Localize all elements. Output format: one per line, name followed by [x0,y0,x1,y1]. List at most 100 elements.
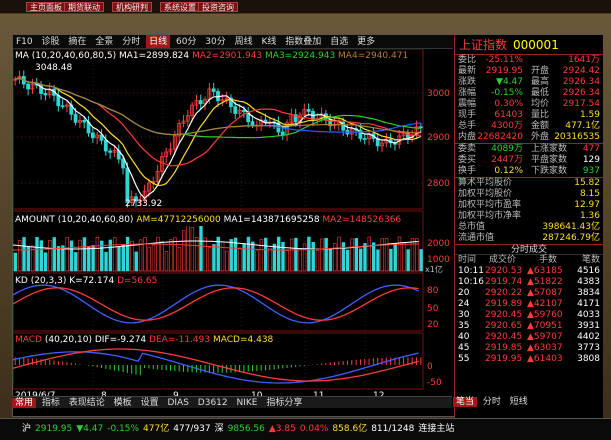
volume-bar [56,246,61,272]
volume-bar [22,237,26,272]
tick-row: 35 2920.65 ▲70951 3931 [458,321,600,331]
tick-row: 20 2920.22 ▲57087 3834 [458,288,600,298]
top-button-2[interactable]: 机构研判 [112,2,152,12]
volume-bar [207,247,212,272]
tab-nike[interactable]: NIKE [234,398,261,408]
top-button-4[interactable]: 投资咨询 [198,2,238,12]
volume-bar [371,242,376,272]
toolbar-daily[interactable]: 日线 [146,35,171,48]
amount-ytick-0: 2000 [427,239,450,249]
toolbar-weekly[interactable]: 周线 [232,35,256,48]
high-label: 3048.48 [35,63,73,73]
quote-header: 上证指数 000001 [455,35,603,55]
volume-bar [212,244,216,272]
volume-bar [419,249,423,272]
toolbar-60min[interactable]: 60分 [173,35,199,48]
tab-dias[interactable]: DIAS [164,398,191,408]
volume-bar [367,236,372,272]
status-item: 2919.95 [35,424,73,434]
volume-bar [384,238,389,272]
ma3-value: MA3=2924.943 [265,51,336,61]
volume-bar [39,240,44,272]
volume-bar [285,250,290,272]
quote-row: 涨跌 ▼4.47 最高 2926.34 [458,77,600,87]
volume-bar [380,238,384,272]
status-item: 858.6亿 [332,424,368,434]
toolbar-diagnose[interactable]: 诊股 [39,35,63,48]
volume-bar [229,239,233,272]
tab-settings[interactable]: 设置 [138,398,162,408]
kd-d: D=56.65 [117,276,158,286]
tick-title: 分时成交 [455,244,603,255]
right-tabs: 笔当 分时 短线 [453,396,602,408]
kd-ytick-0: 80 [427,286,439,296]
tab-template[interactable]: 模板 [111,398,135,408]
toolbar-watchlist[interactable]: 自选 [327,35,351,48]
tick-header: 时间 成交价 手数 笔数 [458,255,600,265]
macd-ytick-0: 0 [427,362,433,372]
bottom-tabs: 常用 指标 表现结论 模板 设置 DIAS D3612 NIKE 指标分享 [12,396,452,408]
candle-body [108,150,113,153]
volume-bar [117,246,121,272]
status-line: 沪 2919.95 ▼4.47 -0.15% 477亿 477/937 深 9856.56 ▲3… [0,419,611,440]
toolbar-intraday[interactable]: 分时 [119,35,143,48]
volume-bar [251,241,255,272]
tab-conclusion[interactable]: 表现结论 [66,398,108,408]
toolbar-more[interactable]: 更多 [354,35,378,48]
volume-bar [294,237,298,272]
tick-row: 10:16 2919.74 ▲51822 4383 [458,277,600,287]
candle-body [73,113,78,123]
top-button-0[interactable]: 主页面板 [26,2,66,12]
tab-d3612[interactable]: D3612 [195,398,231,408]
volume-bar [324,237,328,272]
quote-panel: 上证指数 000001 委比 -25.11% 1641万 最新 2919.95 开盘 2924… [454,35,603,418]
candle-body [306,109,311,112]
tab-indicator-share[interactable]: 指标分享 [263,398,305,408]
volume-bar [190,227,195,272]
top-button-3[interactable]: 系统设置 [160,2,200,12]
toolbar-kline[interactable]: K线 [259,35,280,48]
quote-row: 震幅 0.30% 均价 2917.54 [458,99,600,109]
kd-ytick-1: 50 [427,304,439,314]
main-panel: F10 诊股 摘在 全景 分时 日线 60分 30分 周线 K线 指数叠加 自选… [12,34,603,418]
status-item: 477/937 [173,424,211,434]
candle-body [233,106,238,114]
amount-am: AM=47712256000 [136,215,221,225]
toolbar-30min[interactable]: 30分 [202,35,228,48]
toolbar-f10[interactable]: F10 [13,35,36,48]
volume-bar [402,242,406,272]
rtab-shortline[interactable]: 短线 [507,397,531,407]
volume-bar [134,251,138,272]
volume-bar [281,241,285,272]
ma-ytick-1: 2900 [427,133,450,143]
top-button-1[interactable]: 期货联动 [64,2,104,12]
rtab-bidask[interactable]: 笔当 [453,397,478,407]
volume-bar [104,251,108,272]
kd-params: (20,3,3) [30,276,67,286]
volume-bar [48,240,52,272]
toolbar-zhaizai[interactable]: 摘在 [65,35,89,48]
volume-bar [350,238,354,272]
candle-body [241,109,246,113]
volume-bar [87,246,91,272]
quote-row: 加权平均市盈率 12.97 [458,200,600,210]
tick-row: 30 2920.45 ▲59760 4033 [458,310,600,320]
volume-bar [220,241,225,272]
volume-bar [320,238,324,272]
toolbar-panorama[interactable]: 全景 [92,35,116,48]
tab-indicator[interactable]: 指标 [39,398,63,408]
status-item: 9856.56 [227,424,265,434]
tick-row: 45 2919.85 ▲63037 3773 [458,343,600,353]
kd-d-line [12,287,419,321]
macd-legend: MACD (40,20,10) DIF=-9.274 DEA=-11.493 M… [15,335,273,346]
volume-bar [151,244,156,272]
chart-area[interactable]: MA (10,20,40,60,80,5) MA1=2899.824 MA2=2… [12,48,453,402]
macd-dif: DIF=-9.274 [94,335,147,345]
tab-common[interactable]: 常用 [12,398,37,408]
candle-body [82,119,87,123]
volume-bar [268,247,272,272]
rtab-intraday[interactable]: 分时 [480,397,504,407]
macd-ytick-1: -50 [427,378,442,388]
low-label: 2733.92 [125,199,163,209]
toolbar-index-overlay[interactable]: 指数叠加 [282,35,324,48]
